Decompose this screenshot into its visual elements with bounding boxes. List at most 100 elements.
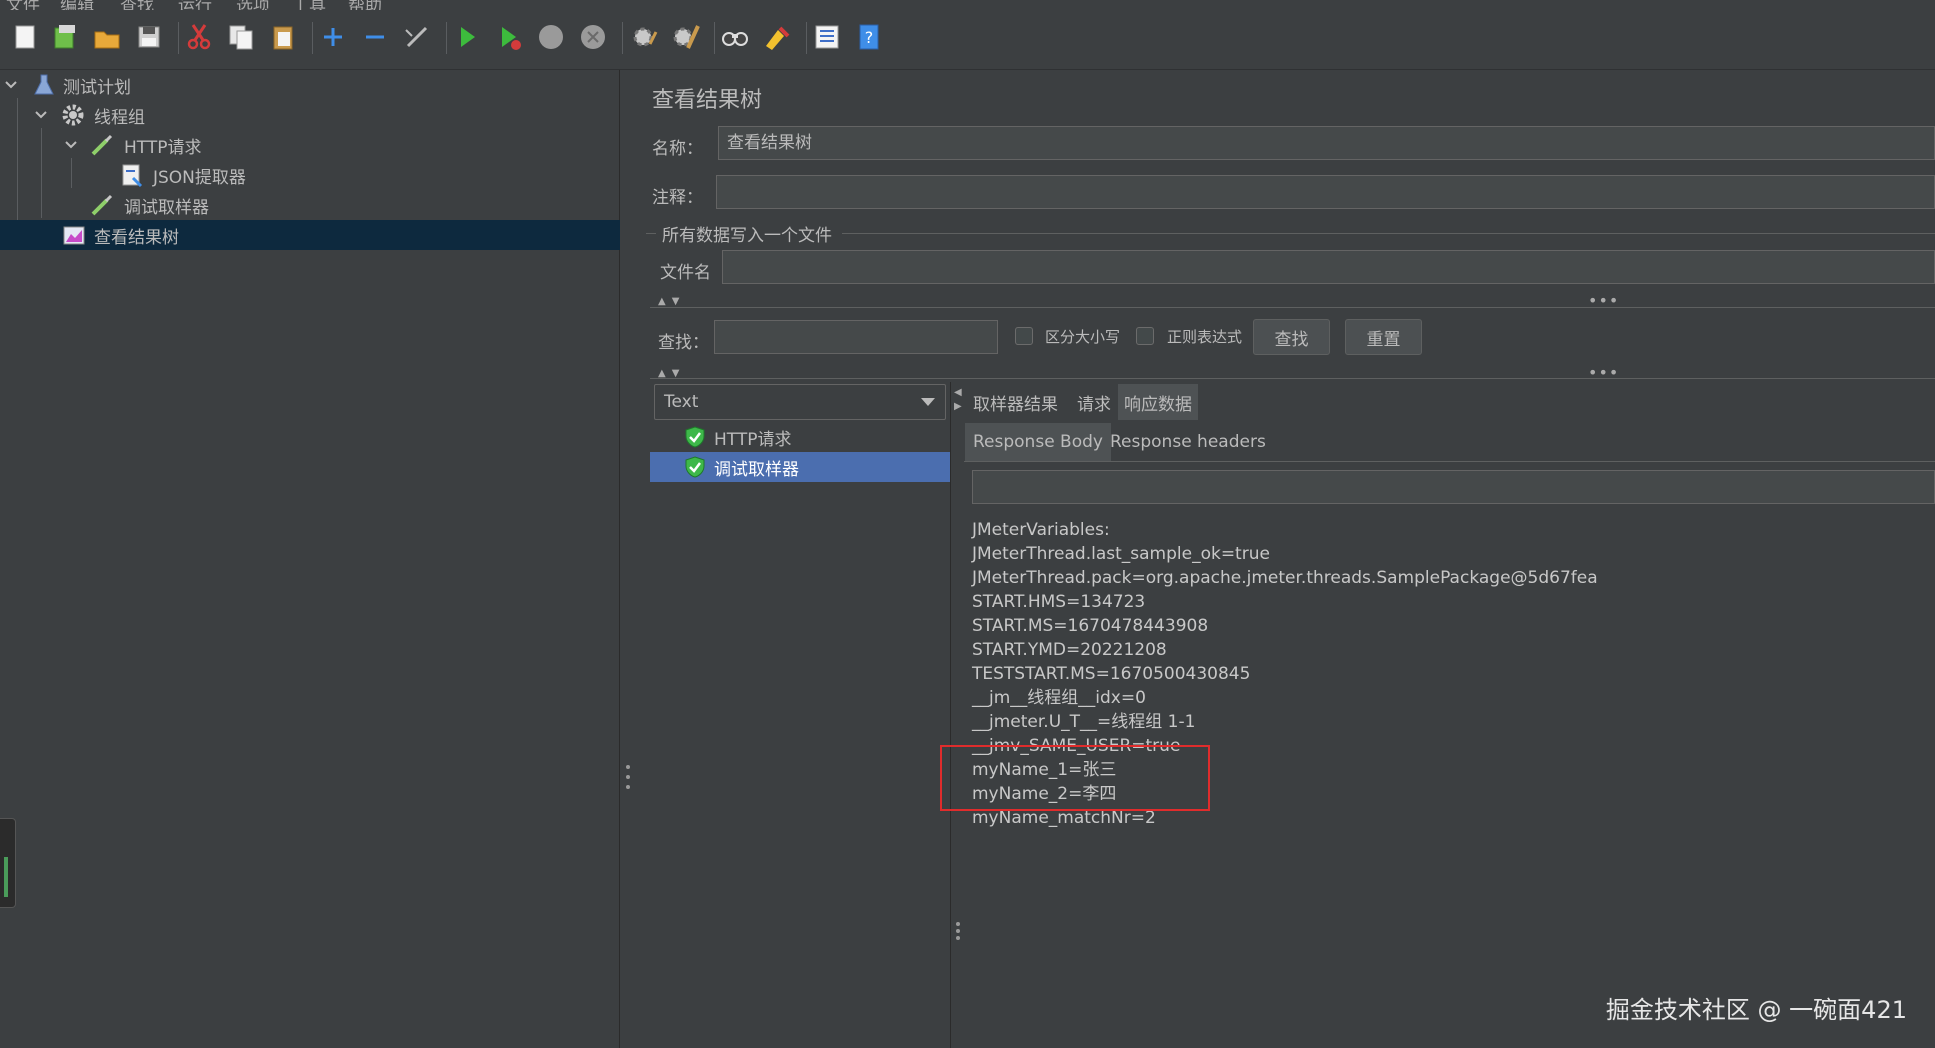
search-icon[interactable]	[718, 20, 752, 54]
chevron-down-icon[interactable]	[62, 136, 80, 154]
view-results-tree-panel: 查看结果树 名称： 查看结果树 注释： 所有数据写入一个文件 文件名 ▲▼ ••…	[634, 70, 1935, 1048]
response-line: __jm__线程组__idx=0	[972, 688, 1146, 708]
shutdown-icon[interactable]	[576, 20, 610, 54]
name-label: 名称：	[652, 139, 703, 159]
reset-search-icon[interactable]	[760, 20, 794, 54]
more-options-icon-2[interactable]: •••	[1588, 363, 1619, 382]
tree-item-label: 查看结果树	[94, 227, 179, 248]
response-line: START.YMD=20221208	[972, 640, 1167, 660]
collapse-icon[interactable]	[358, 20, 392, 54]
http-sampler-pipette-icon	[89, 132, 115, 158]
response-line: START.HMS=134723	[972, 592, 1146, 612]
search-input[interactable]	[714, 320, 998, 354]
start-icon[interactable]	[450, 20, 484, 54]
collapse-left-arrows[interactable]: ◀ ▶	[954, 386, 962, 414]
test-plan-tree: 测试计划 线程组 HTTP请求 JSON提取器 调试取样器 查看结果树	[0, 70, 620, 1048]
jmeter-window: 文件 编辑 查找 运行 选项 工具 帮助 ? 测试计划 线程组 HTTP请求 J…	[0, 0, 1935, 1048]
tab-response-headers[interactable]: Response headers	[1102, 423, 1274, 461]
chevron-down-icon[interactable]	[32, 106, 50, 124]
start-no-pause-icon[interactable]	[492, 20, 526, 54]
menu-help[interactable]: 帮助	[348, 0, 382, 10]
menu-options[interactable]: 选项	[236, 0, 270, 10]
menu-file[interactable]: 文件	[6, 0, 40, 10]
search-label: 查找：	[658, 333, 709, 353]
tree-item-label: 测试计划	[63, 77, 131, 98]
help-icon[interactable]: ?	[852, 20, 886, 54]
tab-sampler-result[interactable]: 取样器结果	[967, 384, 1064, 420]
response-line: JMeterThread.last_sample_ok=true	[972, 544, 1270, 564]
tree-item-label: HTTP请求	[124, 137, 202, 158]
response-line: TESTSTART.MS=1670500430845	[972, 664, 1251, 684]
function-helper-icon[interactable]	[810, 20, 844, 54]
new-icon[interactable]	[8, 20, 42, 54]
save-icon[interactable]	[132, 20, 166, 54]
tree-item-view-results-tree[interactable]: 查看结果树	[0, 220, 620, 250]
result-item-label: HTTP请求	[714, 429, 792, 450]
collapse-toggle-arrows[interactable]: ▲▼	[658, 296, 685, 307]
open-icon[interactable]	[90, 20, 124, 54]
copy-icon[interactable]	[224, 20, 258, 54]
templates-icon[interactable]	[48, 20, 82, 54]
thread-group-gear-icon	[60, 102, 86, 128]
menu-edit[interactable]: 编辑	[60, 0, 94, 10]
json-extractor-icon	[119, 162, 145, 188]
response-line: __jmeter.U_T__=线程组 1-1	[972, 712, 1196, 732]
page-title: 查看结果树	[652, 88, 763, 113]
main-splitter-handle[interactable]	[625, 765, 631, 789]
comment-field[interactable]	[716, 175, 1935, 209]
watermark: 掘金技术社区 @ 一碗面421	[1605, 996, 1907, 1024]
chevron-down-icon	[921, 398, 935, 406]
highlight-annotation-box	[940, 745, 1210, 811]
result-item-http-request[interactable]: HTTP请求	[650, 422, 950, 452]
response-line: JMeterVariables:	[972, 520, 1110, 540]
expand-icon[interactable]	[316, 20, 350, 54]
tree-item-thread-group[interactable]: 线程组	[0, 100, 620, 130]
tab-response-data[interactable]: 响应数据	[1118, 384, 1198, 420]
name-field[interactable]: 查看结果树	[718, 126, 1935, 160]
renderer-select-value: Text	[664, 392, 699, 412]
paste-icon[interactable]	[266, 20, 300, 54]
menubar: 文件 编辑 查找 运行 选项 工具 帮助	[0, 0, 1935, 10]
filename-label: 文件名	[660, 263, 711, 283]
cut-icon[interactable]	[182, 20, 216, 54]
tree-item-test-plan[interactable]: 测试计划	[0, 70, 620, 100]
clear-all-icon[interactable]	[668, 20, 702, 54]
file-group-title: 所有数据写入一个文件	[662, 226, 832, 246]
tree-item-label: 调试取样器	[124, 197, 209, 218]
chevron-down-icon[interactable]	[2, 76, 20, 94]
tab-response-body[interactable]: Response Body	[965, 423, 1111, 461]
find-button[interactable]: 查找	[1253, 319, 1330, 355]
toolbar: ?	[0, 10, 1935, 70]
reset-button[interactable]: 重置	[1345, 319, 1422, 355]
results-tree-chart-icon	[61, 222, 87, 248]
success-shield-icon	[684, 426, 706, 448]
clear-icon[interactable]	[626, 20, 660, 54]
filename-field[interactable]	[722, 250, 1935, 284]
toggle-icon[interactable]	[400, 20, 434, 54]
regex-label: 正则表达式	[1167, 328, 1243, 346]
memory-gauge	[0, 818, 16, 908]
stop-icon[interactable]	[534, 20, 568, 54]
menu-search[interactable]: 查找	[120, 0, 154, 10]
tree-item-label: JSON提取器	[153, 167, 246, 188]
result-item-debug-sampler[interactable]: 调试取样器	[650, 452, 950, 482]
regex-checkbox[interactable]	[1136, 327, 1154, 345]
case-sensitive-label: 区分大小写	[1045, 328, 1121, 346]
tree-item-http-request[interactable]: HTTP请求	[0, 130, 620, 160]
response-line: JMeterThread.pack=org.apache.jmeter.thre…	[972, 568, 1598, 588]
tab-request[interactable]: 请求	[1071, 384, 1117, 420]
test-plan-icon	[31, 72, 57, 98]
svg-text:?: ?	[865, 28, 874, 47]
debug-sampler-pipette-icon	[89, 192, 115, 218]
renderer-select[interactable]: Text	[654, 384, 946, 420]
success-shield-icon	[684, 456, 706, 478]
menu-run[interactable]: 运行	[178, 0, 212, 10]
response-search-input[interactable]	[972, 470, 1935, 504]
tree-item-debug-sampler[interactable]: 调试取样器	[0, 190, 620, 220]
tree-item-json-extractor[interactable]: JSON提取器	[0, 160, 620, 190]
case-sensitive-checkbox[interactable]	[1015, 327, 1033, 345]
menu-tools[interactable]: 工具	[292, 0, 326, 10]
result-splitter-handle[interactable]	[955, 922, 960, 940]
result-item-label: 调试取样器	[714, 459, 799, 480]
tree-item-label: 线程组	[94, 107, 145, 128]
